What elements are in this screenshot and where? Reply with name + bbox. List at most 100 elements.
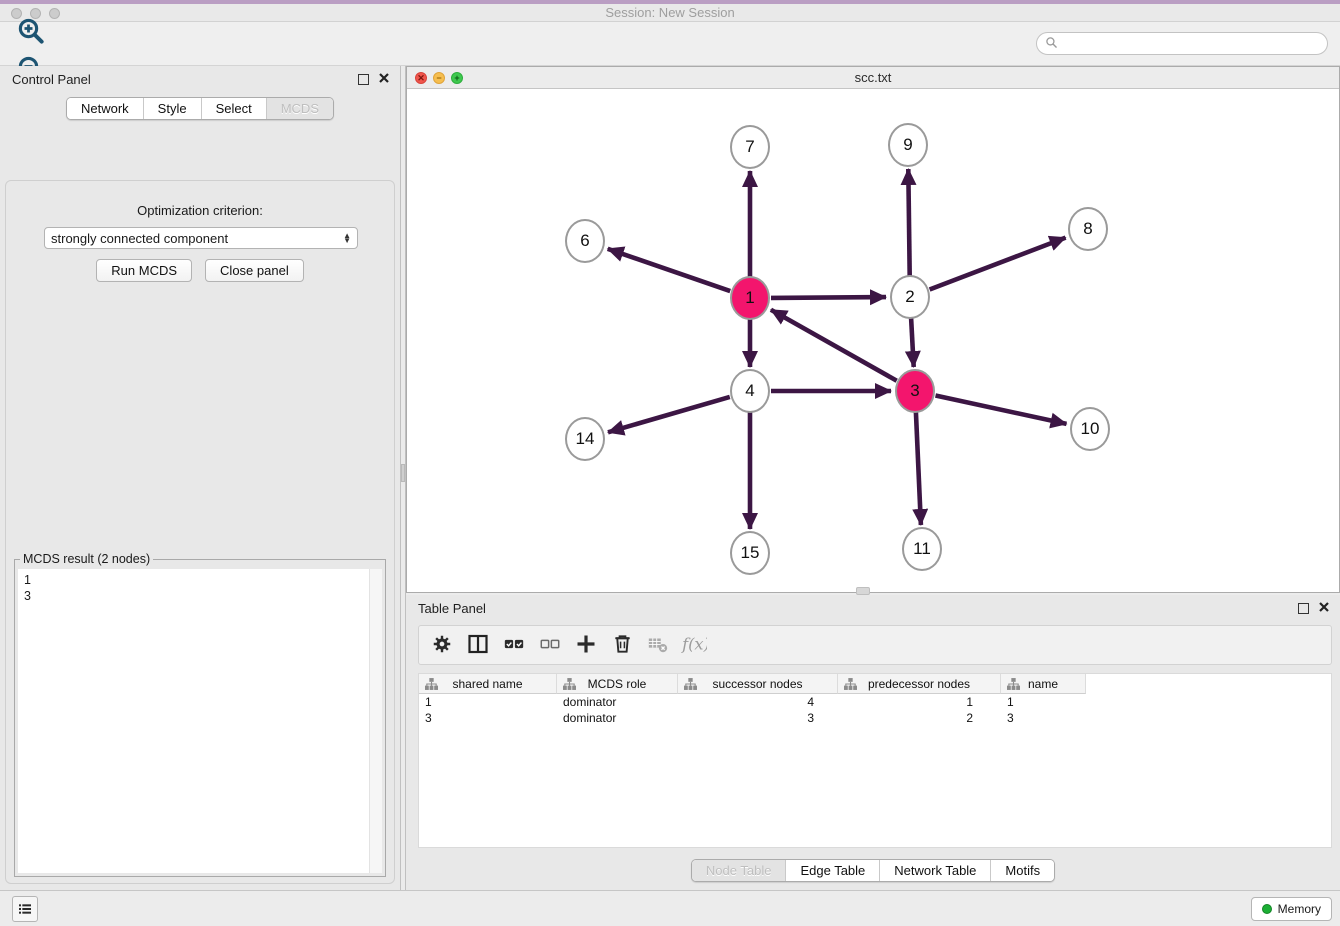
memory-label: Memory bbox=[1278, 902, 1321, 916]
graph-node-8[interactable]: 8 bbox=[1068, 207, 1108, 251]
run-mcds-button[interactable]: Run MCDS bbox=[96, 259, 192, 282]
close-panel-icon[interactable] bbox=[378, 72, 390, 87]
column-header-label: predecessor nodes bbox=[868, 677, 970, 691]
status-bar: Memory bbox=[0, 890, 1340, 926]
tab-node-table[interactable]: Node Table bbox=[692, 860, 787, 881]
tab-network[interactable]: Network bbox=[67, 98, 144, 119]
delete-table-button[interactable] bbox=[643, 630, 673, 660]
control-panel-tabs: NetworkStyleSelectMCDS bbox=[66, 97, 334, 120]
table-panel: Table Panel f(x) shared name MCDS role suc… bbox=[406, 595, 1340, 890]
memory-button[interactable]: Memory bbox=[1251, 897, 1332, 921]
column-header-predecessor-nodes[interactable]: predecessor nodes bbox=[838, 674, 1001, 694]
delete-table-icon bbox=[647, 633, 669, 658]
tab-edge-table[interactable]: Edge Table bbox=[786, 860, 880, 881]
table-cell: 1 bbox=[1001, 694, 1086, 710]
edge-4-14[interactable] bbox=[608, 397, 730, 432]
search-box[interactable] bbox=[1036, 32, 1328, 55]
close-table-panel-icon[interactable] bbox=[1318, 601, 1330, 616]
table-row[interactable]: 1dominator411 bbox=[419, 694, 1331, 710]
graph-node-6[interactable]: 6 bbox=[565, 219, 605, 263]
zoom-in-button[interactable] bbox=[10, 13, 52, 51]
table-settings-button[interactable] bbox=[427, 630, 457, 660]
vertical-splitter-handle[interactable] bbox=[401, 464, 405, 482]
horizontal-splitter-handle[interactable] bbox=[856, 587, 870, 595]
graph-node-2[interactable]: 2 bbox=[890, 275, 930, 319]
float-panel-icon[interactable] bbox=[358, 74, 369, 85]
main-toolbar bbox=[0, 22, 1340, 66]
graph-node-14[interactable]: 14 bbox=[565, 417, 605, 461]
column-tree-icon bbox=[684, 678, 697, 693]
graph-node-3[interactable]: 3 bbox=[895, 369, 935, 413]
optimization-criterion-value: strongly connected component bbox=[51, 231, 228, 246]
network-canvas[interactable]: 7 9 6 8 1 2 4 3 14 10 15 11 bbox=[407, 89, 1339, 592]
select-all-button[interactable] bbox=[499, 630, 529, 660]
edge-3-1[interactable] bbox=[771, 310, 897, 381]
column-header-label: name bbox=[1028, 677, 1058, 691]
table-cell: 2 bbox=[838, 710, 1001, 726]
graph-node-11[interactable]: 11 bbox=[902, 527, 942, 571]
mcds-result-scrollbar[interactable] bbox=[369, 569, 382, 873]
svg-text:f(x): f(x) bbox=[681, 634, 707, 653]
node-table-header: shared name MCDS role successor nodes prede… bbox=[419, 674, 1331, 694]
optimization-criterion-label: Optimization criterion: bbox=[6, 203, 394, 218]
table-settings-icon bbox=[431, 633, 453, 658]
close-panel-button[interactable]: Close panel bbox=[205, 259, 304, 282]
mcds-result-text[interactable]: 13 bbox=[18, 569, 382, 873]
table-cell: 3 bbox=[419, 710, 557, 726]
network-window-titlebar: ✕ − + scc.txt bbox=[407, 67, 1339, 89]
edge-3-10[interactable] bbox=[936, 396, 1067, 424]
graph-node-9[interactable]: 9 bbox=[888, 123, 928, 167]
search-input[interactable] bbox=[1063, 37, 1319, 51]
app-titlebar: Session: New Session bbox=[0, 0, 1340, 22]
mcds-result-line: 3 bbox=[24, 588, 376, 604]
table-row[interactable]: 3dominator323 bbox=[419, 710, 1331, 726]
column-header-MCDS-role[interactable]: MCDS role bbox=[557, 674, 678, 694]
tab-select[interactable]: Select bbox=[202, 98, 267, 119]
delete-row-icon bbox=[611, 632, 634, 658]
column-header-label: MCDS role bbox=[588, 677, 647, 691]
column-tree-icon bbox=[425, 678, 438, 693]
add-row-button[interactable] bbox=[571, 630, 601, 660]
show-column-button[interactable] bbox=[463, 630, 493, 660]
tab-network-table[interactable]: Network Table bbox=[880, 860, 991, 881]
tab-mcds[interactable]: MCDS bbox=[267, 98, 333, 119]
column-header-label: successor nodes bbox=[712, 677, 802, 691]
deselect-all-button[interactable] bbox=[535, 630, 565, 660]
edge-3-11[interactable] bbox=[916, 412, 921, 525]
edge-2-9[interactable] bbox=[908, 169, 909, 276]
control-panel-titlebar: Control Panel bbox=[0, 66, 400, 92]
memory-status-icon bbox=[1262, 904, 1272, 914]
task-history-button[interactable] bbox=[12, 896, 38, 922]
edge-1-2[interactable] bbox=[771, 297, 886, 298]
float-table-panel-icon[interactable] bbox=[1298, 603, 1309, 614]
zoom-in-icon bbox=[16, 16, 46, 49]
graph-node-4[interactable]: 4 bbox=[730, 369, 770, 413]
tab-style[interactable]: Style bbox=[144, 98, 202, 119]
table-panel-titlebar: Table Panel bbox=[406, 595, 1340, 621]
add-row-icon bbox=[574, 632, 598, 659]
optimization-criterion-select[interactable]: strongly connected component ▲▼ bbox=[44, 227, 358, 249]
column-header-successor-nodes[interactable]: successor nodes bbox=[678, 674, 838, 694]
show-column-icon bbox=[466, 632, 490, 659]
mcds-result-line: 1 bbox=[24, 572, 376, 588]
mcds-result-fieldset: MCDS result (2 nodes) 13 bbox=[14, 559, 386, 877]
edge-2-8[interactable] bbox=[930, 238, 1066, 290]
column-header-shared-name[interactable]: shared name bbox=[419, 674, 557, 694]
graph-node-15[interactable]: 15 bbox=[730, 531, 770, 575]
table-cell: dominator bbox=[557, 694, 678, 710]
graph-node-10[interactable]: 10 bbox=[1070, 407, 1110, 451]
delete-row-button[interactable] bbox=[607, 630, 637, 660]
column-tree-icon bbox=[1007, 678, 1020, 693]
graph-node-1[interactable]: 1 bbox=[730, 276, 770, 320]
table-toolbar: f(x) bbox=[418, 625, 1332, 665]
function-builder-button[interactable]: f(x) bbox=[679, 630, 709, 660]
tab-motifs[interactable]: Motifs bbox=[991, 860, 1054, 881]
control-panel-title: Control Panel bbox=[12, 72, 91, 87]
edge-2-3[interactable] bbox=[911, 318, 914, 367]
edge-1-6[interactable] bbox=[608, 249, 731, 291]
column-header-name[interactable]: name bbox=[1001, 674, 1086, 694]
graph-node-7[interactable]: 7 bbox=[730, 125, 770, 169]
select-all-icon bbox=[503, 633, 525, 658]
function-builder-icon: f(x) bbox=[681, 631, 707, 660]
table-panel-title: Table Panel bbox=[418, 601, 486, 616]
